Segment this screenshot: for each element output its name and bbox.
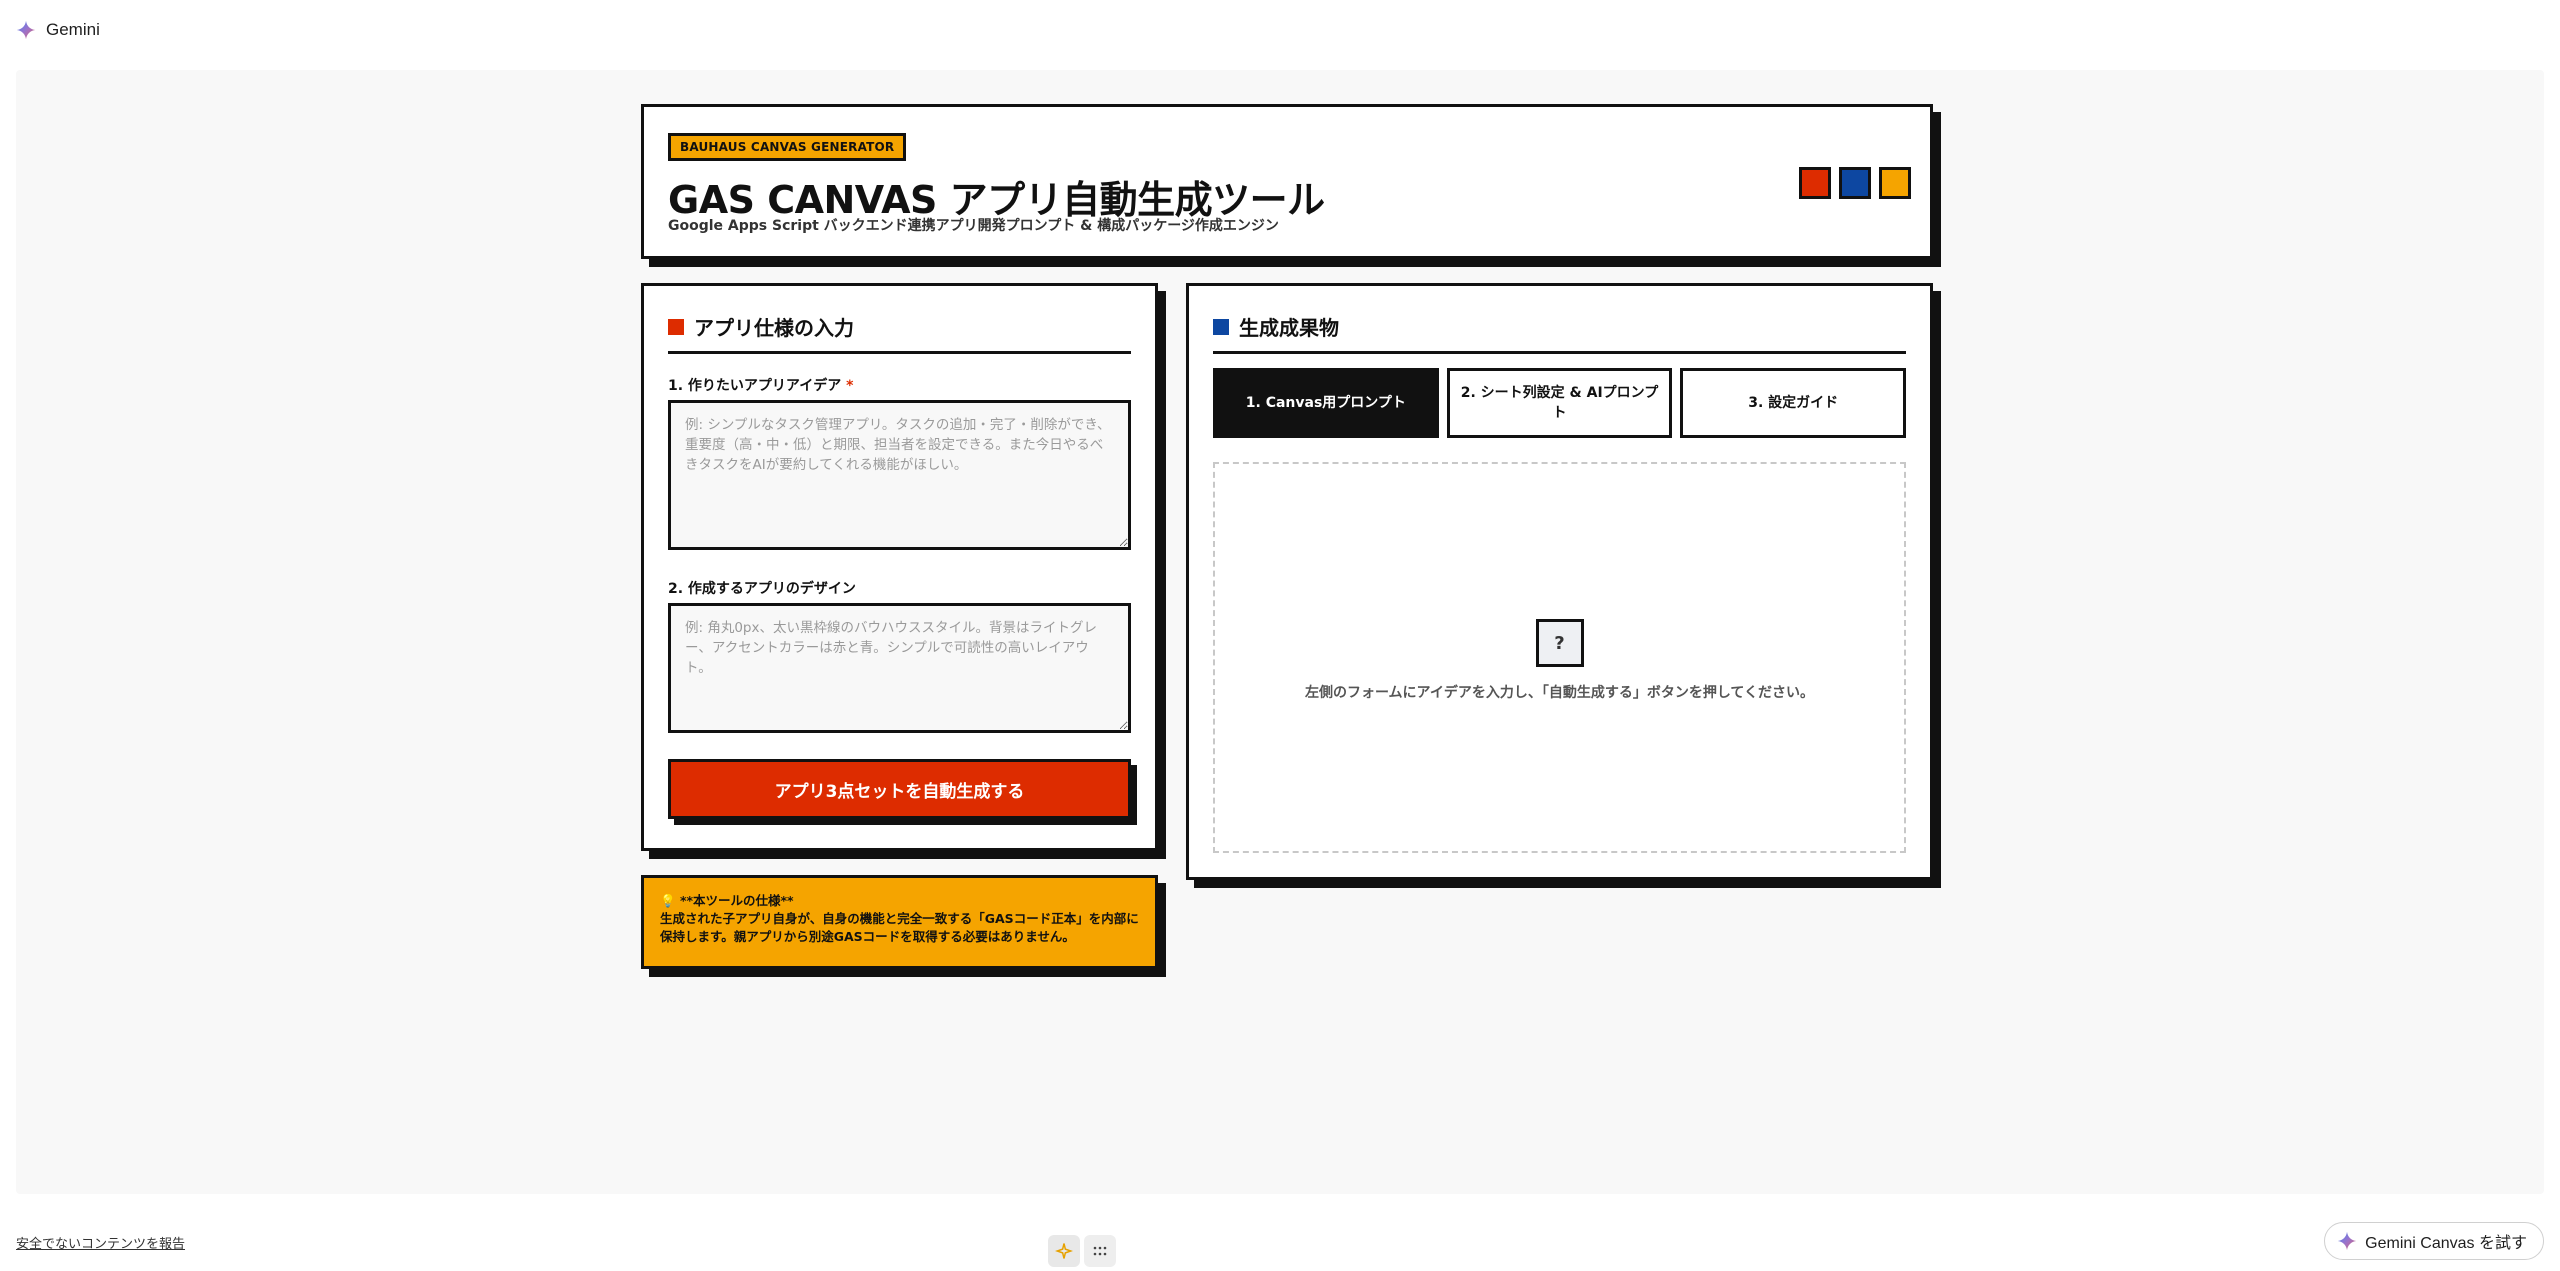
blue-swatch: [1839, 167, 1871, 199]
empty-hint: 左側のフォームにアイデアを入力し、「自動生成する」ボタンを押してください。: [1304, 685, 1815, 701]
sparkle-icon: [1055, 1243, 1073, 1259]
output-panel-title: 生成成果物: [1239, 316, 1339, 340]
design-label: 2. 作成するアプリのデザイン: [668, 581, 856, 597]
gemini-sparkle-icon: [16, 20, 36, 40]
tab-setup-guide[interactable]: 3. 設定ガイド: [1680, 368, 1907, 438]
idea-label: 1. 作りたいアプリアイデア *: [668, 375, 853, 395]
blue-square-icon: [1213, 318, 1229, 335]
required-mark: *: [846, 378, 854, 394]
grid-menu-button[interactable]: [1084, 1235, 1116, 1267]
note-title: **本ツールの仕様**: [679, 893, 794, 908]
canvas-area: BAUHAUS CANVAS GENERATOR GAS CANVAS アプリ自…: [16, 70, 2544, 1194]
tab-sheet-columns[interactable]: 2. シート列設定 & AIプロンプト: [1446, 368, 1673, 438]
idea-label-text: 1. 作りたいアプリアイデア: [668, 378, 842, 394]
page-subtitle: Google Apps Script バックエンド連携アプリ開発プロンプト & …: [668, 218, 1279, 234]
yellow-swatch: [1879, 167, 1911, 199]
output-panel-heading: 生成成果物: [1213, 312, 1906, 354]
header-badge: BAUHAUS CANVAS GENERATOR: [668, 133, 907, 161]
idea-textarea[interactable]: [668, 400, 1131, 550]
gemini-sparkle-icon: [2338, 1231, 2357, 1251]
try-gemini-canvas-button[interactable]: Gemini Canvas を試す: [2324, 1222, 2544, 1260]
note-body: 生成された子アプリ自身が、自身の機能と完全一致する「GASコード正本」を内部に保…: [660, 911, 1139, 944]
design-textarea[interactable]: [668, 603, 1131, 733]
lightbulb-icon: 💡: [660, 893, 676, 908]
grid-dots-icon: [1093, 1246, 1107, 1256]
tab-canvas-prompt[interactable]: 1. Canvas用プロンプト: [1213, 368, 1439, 438]
red-square-icon: [668, 318, 684, 335]
output-empty-state: ? 左側のフォームにアイデアを入力し、「自動生成する」ボタンを押してください。: [1213, 462, 1906, 853]
app-name: Gemini: [46, 20, 100, 39]
sparkle-tool-button[interactable]: [1048, 1235, 1080, 1267]
note-title-row: 💡 **本ツールの仕様**: [660, 892, 1139, 910]
output-panel: 生成成果物 1. Canvas用プロンプト 2. シート列設定 & AIプロンプ…: [1186, 283, 1933, 880]
tool-spec-note: 💡 **本ツールの仕様** 生成された子アプリ自身が、自身の機能と完全一致する「…: [641, 875, 1158, 969]
spec-panel-heading: アプリ仕様の入力: [668, 312, 1131, 354]
report-unsafe-link[interactable]: 安全でないコンテンツを報告: [16, 1233, 185, 1252]
output-tabs: 1. Canvas用プロンプト 2. シート列設定 & AIプロンプト 3. 設…: [1213, 368, 1907, 438]
footer-toolbar: [1048, 1235, 1116, 1267]
spec-input-panel: アプリ仕様の入力 1. 作りたいアプリアイデア * 2. 作成するアプリのデザイ…: [641, 283, 1158, 851]
tool-header: BAUHAUS CANVAS GENERATOR GAS CANVAS アプリ自…: [641, 104, 1933, 259]
spec-panel-title: アプリ仕様の入力: [694, 316, 854, 340]
question-icon: ?: [1535, 619, 1584, 667]
red-swatch: [1799, 167, 1831, 199]
generate-button[interactable]: アプリ3点セットを自動生成する: [668, 759, 1131, 819]
try-button-label: Gemini Canvas を試す: [2365, 1235, 2527, 1252]
gemini-topbar: Gemini: [0, 0, 2560, 60]
